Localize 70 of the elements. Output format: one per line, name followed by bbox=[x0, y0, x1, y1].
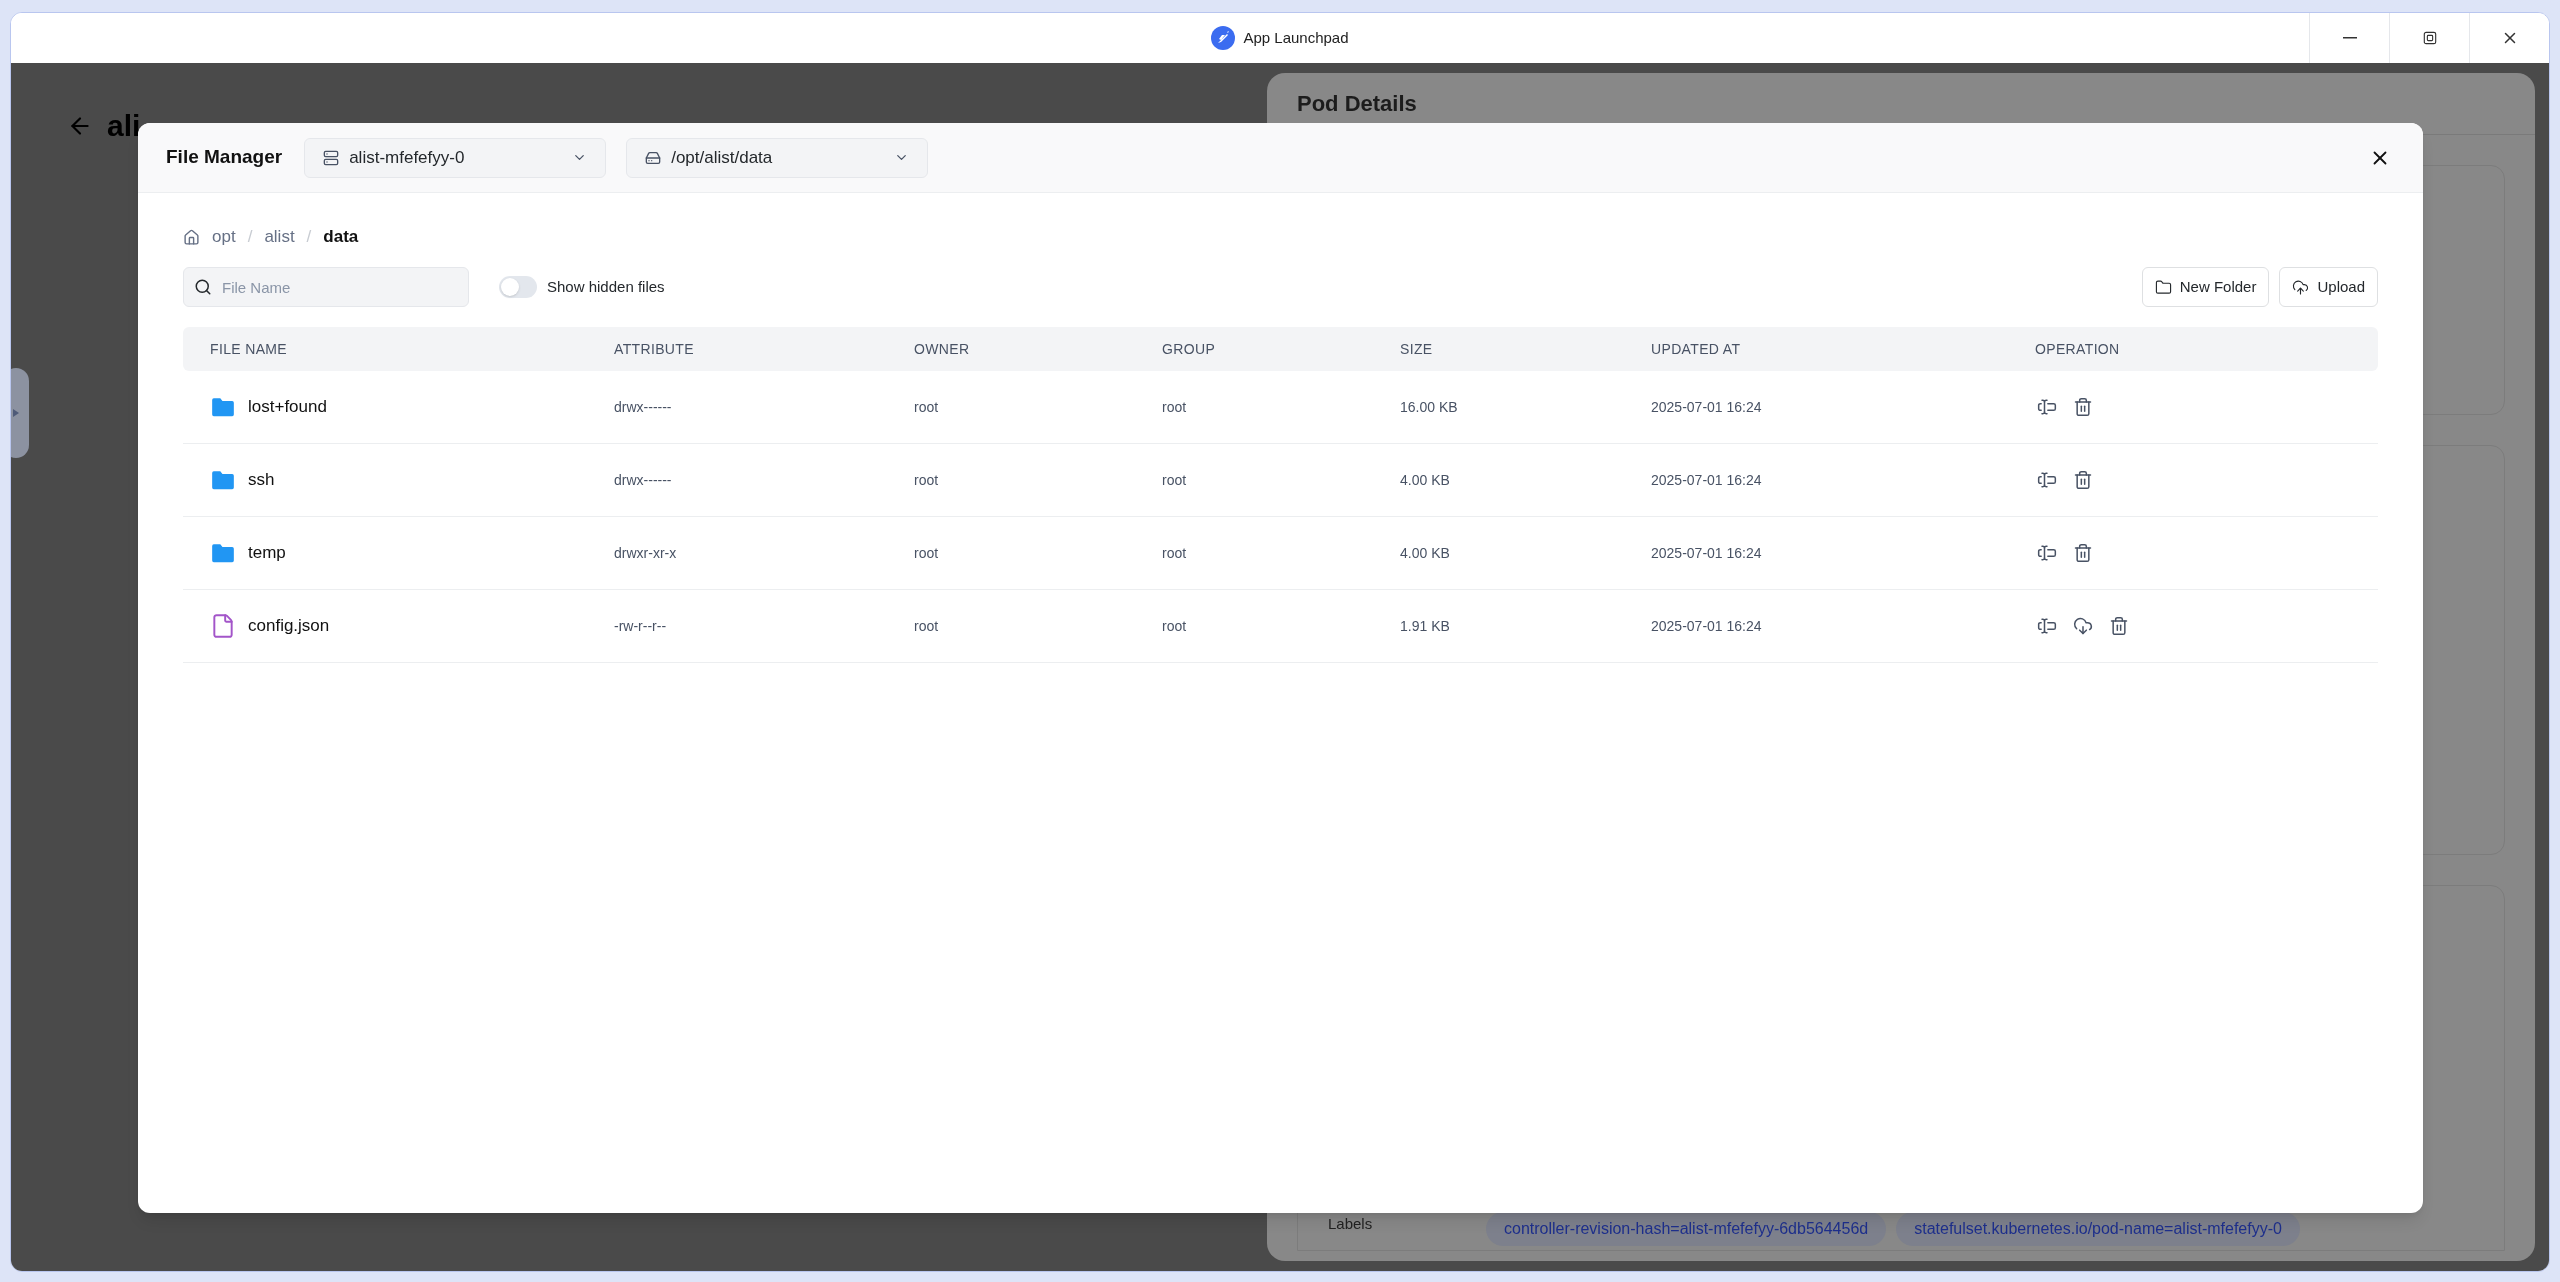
trash-icon bbox=[2073, 397, 2093, 417]
upload-button[interactable]: Upload bbox=[2279, 267, 2378, 307]
rocket-icon bbox=[1211, 26, 1236, 50]
triangle-right-icon bbox=[13, 409, 19, 417]
table-cell-text: -rw-r--r-- bbox=[614, 616, 668, 636]
breadcrumb-link[interactable]: data bbox=[323, 224, 359, 250]
table-cell-text: root bbox=[914, 616, 940, 636]
table-cell-text: 4.00 KB bbox=[1400, 470, 1451, 490]
column-header: OPERATION bbox=[2035, 339, 2121, 359]
file-name[interactable]: config.json bbox=[248, 613, 330, 639]
column-header: ATTRIBUTE bbox=[614, 339, 695, 359]
restore-icon bbox=[2422, 31, 2437, 45]
column-header: OWNER bbox=[914, 339, 971, 359]
dialog-title: File Manager bbox=[166, 145, 283, 170]
new-folder-button[interactable]: New Folder bbox=[2141, 267, 2270, 307]
table-cell-text: root bbox=[914, 470, 940, 490]
trash-icon bbox=[2073, 543, 2093, 563]
file-name[interactable]: temp bbox=[248, 540, 286, 566]
file-name[interactable]: ssh bbox=[248, 467, 275, 493]
table-cell-text: 2025-07-01 16:24 bbox=[1651, 616, 1763, 636]
table-cell-text: drwx------ bbox=[614, 470, 673, 490]
rename-icon bbox=[2037, 616, 2057, 636]
label-tag: statefulset.kubernetes.io/pod-name=alist-mfefefyy-0 bbox=[1896, 1212, 2300, 1246]
path-select[interactable]: /opt/alist/data bbox=[626, 137, 929, 178]
breadcrumb-separator: / bbox=[306, 226, 312, 249]
rename-icon bbox=[2037, 470, 2057, 490]
rename-icon bbox=[2037, 543, 2057, 563]
table-cell-text: root bbox=[1162, 543, 1188, 563]
cloud-download-icon bbox=[2073, 616, 2093, 636]
app-title: ali bbox=[107, 111, 141, 141]
table-cell-text: 4.00 KB bbox=[1400, 543, 1451, 563]
toggle-switch[interactable] bbox=[499, 276, 537, 298]
label-tag: controller-revision-hash=alist-mfefefyy-6db564456d bbox=[1486, 1212, 1887, 1246]
folder-icon bbox=[2154, 278, 2172, 296]
rename-icon bbox=[2037, 397, 2057, 417]
table-cell-text: root bbox=[1162, 616, 1188, 636]
table-cell-text: drwx------ bbox=[614, 397, 673, 417]
table-cell-text: 2025-07-01 16:24 bbox=[1651, 397, 1763, 417]
trash-icon bbox=[2109, 616, 2129, 636]
table-cell-text: root bbox=[1162, 470, 1188, 490]
breadcrumb-link[interactable]: opt bbox=[212, 224, 236, 250]
panel-title: Pod Details bbox=[1297, 90, 1417, 118]
minimize-icon bbox=[2342, 37, 2357, 39]
breadcrumb-link[interactable]: alist bbox=[264, 224, 295, 250]
table-cell-text: root bbox=[1162, 397, 1188, 417]
table-cell-text: drwxr-xr-x bbox=[614, 543, 678, 563]
column-header: UPDATED AT bbox=[1651, 339, 1742, 359]
table-cell-text: root bbox=[914, 397, 940, 417]
toggle-label: Show hidden files bbox=[547, 276, 665, 297]
trash-icon bbox=[2073, 470, 2093, 490]
table-cell-text: 16.00 KB bbox=[1400, 397, 1459, 417]
table-cell-text: root bbox=[914, 543, 940, 563]
file-name[interactable]: lost+found bbox=[248, 394, 327, 420]
labels-caption: Labels bbox=[1328, 1213, 1374, 1234]
breadcrumb-separator: / bbox=[247, 226, 253, 249]
cloud-upload-icon bbox=[2292, 278, 2310, 296]
column-header: FILE NAME bbox=[210, 339, 289, 359]
file-icon bbox=[210, 613, 236, 639]
table-cell-text: 2025-07-01 16:24 bbox=[1651, 470, 1763, 490]
home-icon bbox=[183, 228, 200, 246]
table-cell-text: 2025-07-01 16:24 bbox=[1651, 543, 1763, 563]
pod-select[interactable]: alist-mfefefyy-0 bbox=[304, 137, 607, 178]
column-header: SIZE bbox=[1400, 339, 1434, 359]
column-header: GROUP bbox=[1162, 339, 1217, 359]
window-title: App Launchpad bbox=[1243, 27, 1349, 48]
table-cell-text: 1.91 KB bbox=[1400, 616, 1451, 636]
drive-icon bbox=[645, 149, 662, 166]
server-icon bbox=[323, 149, 340, 166]
search-field[interactable]: File Name bbox=[183, 267, 469, 307]
search-icon bbox=[194, 278, 212, 296]
